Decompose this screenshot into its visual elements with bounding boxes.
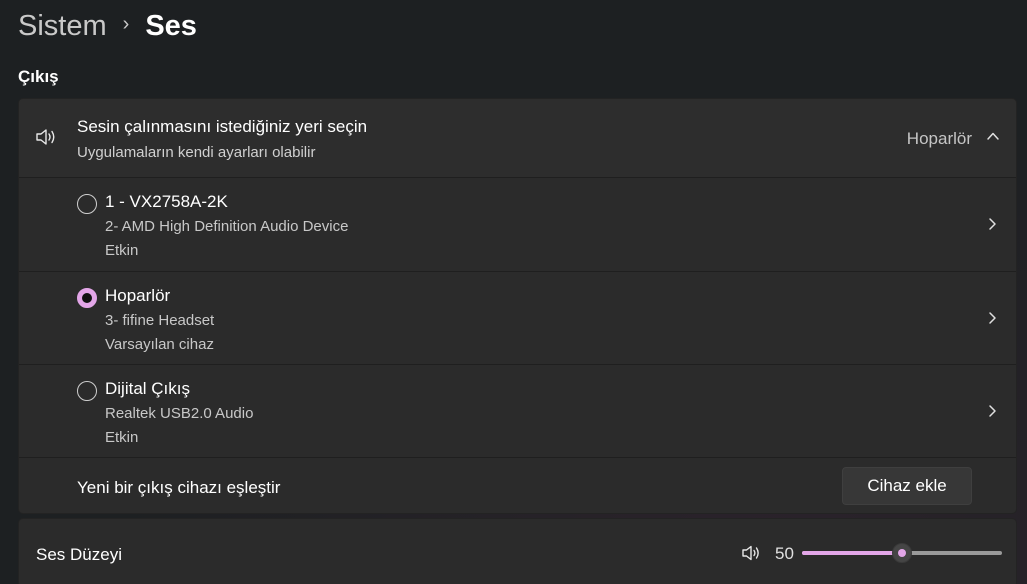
device-name: Hoparlör xyxy=(105,286,171,305)
device-status: Etkin xyxy=(105,429,139,446)
device-name: 1 - VX2758A-2K xyxy=(105,192,228,211)
chevron-right-icon: › xyxy=(122,12,130,35)
add-device-button[interactable]: Cihaz ekle xyxy=(842,467,972,505)
volume-card: Ses Düzeyi 50 xyxy=(18,518,1017,584)
speaker-icon xyxy=(36,129,55,145)
breadcrumb: Sistem › Ses xyxy=(18,6,197,46)
volume-value: 50 xyxy=(775,544,794,563)
output-header-subtitle: Uygulamaların kendi ayarları olabilir xyxy=(77,144,316,161)
pair-device-row: Yeni bir çıkış cihazı eşleştir Cihaz ekl… xyxy=(19,458,1016,513)
volume-slider[interactable] xyxy=(802,543,1002,563)
breadcrumb-sistem[interactable]: Sistem xyxy=(18,10,107,43)
volume-icon[interactable] xyxy=(741,544,761,562)
selected-output-value: Hoparlör xyxy=(906,129,972,148)
page-title: Ses xyxy=(145,9,197,42)
output-device-selector[interactable]: Sesin çalınmasını istediğiniz yeri seçin… xyxy=(19,99,1016,177)
device-status: Etkin xyxy=(105,242,139,259)
volume-label: Ses Düzeyi xyxy=(36,545,122,564)
device-radio-selected[interactable] xyxy=(77,288,97,308)
device-description: 2- AMD High Definition Audio Device xyxy=(105,218,349,235)
chevron-right-icon[interactable] xyxy=(986,311,998,325)
volume-slider-thumb[interactable] xyxy=(892,543,912,563)
chevron-right-icon[interactable] xyxy=(986,404,998,418)
chevron-right-icon[interactable] xyxy=(986,217,998,231)
volume-slider-fill xyxy=(802,551,902,555)
device-status: Varsayılan cihaz xyxy=(105,336,214,353)
device-radio[interactable] xyxy=(77,194,97,214)
chevron-up-icon[interactable] xyxy=(986,129,1000,143)
pair-device-label: Yeni bir çıkış cihazı eşleştir xyxy=(77,478,281,497)
output-card: Sesin çalınmasını istediğiniz yeri seçin… xyxy=(18,98,1017,514)
device-name: Dijital Çıkış xyxy=(105,379,191,398)
device-description: 3- fifine Headset xyxy=(105,312,215,329)
device-row-hoparlor[interactable]: Hoparlör 3- fifine Headset Varsayılan ci… xyxy=(19,272,1016,365)
device-description: Realtek USB2.0 Audio xyxy=(105,405,254,422)
output-section-title: Çıkış xyxy=(18,67,59,86)
device-row-dijital-cikis[interactable]: Dijital Çıkış Realtek USB2.0 Audio Etkin xyxy=(19,365,1016,458)
device-radio[interactable] xyxy=(77,381,97,401)
device-row-vx2758a[interactable]: 1 - VX2758A-2K 2- AMD High Definition Au… xyxy=(19,178,1016,271)
output-header-title: Sesin çalınmasını istediğiniz yeri seçin xyxy=(77,117,368,136)
